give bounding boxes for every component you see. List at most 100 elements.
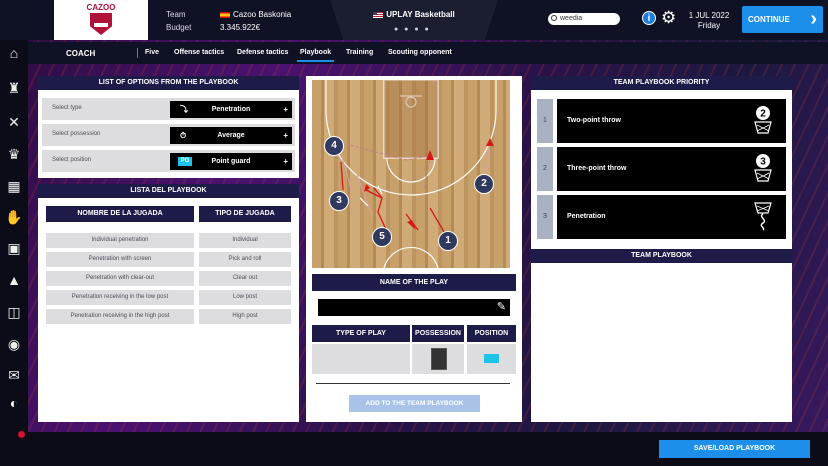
- tab-five[interactable]: Five: [145, 49, 159, 56]
- budget-label: Budget: [166, 23, 192, 32]
- table-cell[interactable]: High post: [199, 309, 291, 324]
- type-value: Penetration: [211, 106, 251, 113]
- table-header-type: TIPO DE JUGADA: [199, 206, 291, 222]
- league-dots: ● ● ● ●: [394, 26, 431, 33]
- player-1-marker[interactable]: 1: [438, 231, 458, 251]
- plus-icon: +: [283, 105, 288, 114]
- table-cell[interactable]: Pick and roll: [199, 252, 291, 267]
- select-possession-label: Select possession: [52, 131, 101, 137]
- team-name: Cazoo Baskonia: [220, 10, 291, 19]
- type-dropdown[interactable]: ⤵ Penetration +: [170, 101, 292, 118]
- tactics-icon[interactable]: ✕: [4, 112, 24, 132]
- possession-dropdown[interactable]: ⏱ Average +: [170, 127, 292, 144]
- position-cell: [467, 344, 516, 374]
- scoreboard-icon[interactable]: ▣: [4, 238, 24, 258]
- basket-number: 3: [760, 157, 766, 168]
- priority-label-text: Three-point throw: [567, 165, 627, 172]
- priority-number: 3: [537, 195, 553, 239]
- table-cell[interactable]: Low post: [199, 290, 291, 305]
- priority-label: Three-point throw 3: [557, 147, 786, 191]
- trophy-icon[interactable]: ♛: [4, 144, 24, 164]
- table-row[interactable]: Penetration receiving in the high post: [46, 309, 194, 324]
- add-to-playbook-button[interactable]: ADD TO THE TEAM PLAYBOOK: [349, 395, 480, 412]
- options-panel: LIST OF OPTIONS FROM THE PLAYBOOK Select…: [38, 76, 299, 178]
- stadium-icon[interactable]: ◫: [4, 302, 24, 322]
- app-root: CAZOO Team Cazoo Baskonia Budget 3.345.9…: [0, 0, 828, 466]
- basket-number: 2: [760, 109, 766, 120]
- budget-value: 3.345.922€: [220, 23, 261, 32]
- possession-header: POSSESSION: [412, 325, 464, 342]
- playbook-list-title: LISTA DEL PLAYBOOK: [38, 184, 299, 198]
- possession-cell: [412, 344, 464, 374]
- player-5-marker[interactable]: 5: [372, 227, 392, 247]
- save-load-playbook-button[interactable]: SAVE/LOAD PLAYBOOK: [659, 440, 810, 458]
- team-logo[interactable]: CAZOO: [54, 0, 148, 40]
- mail-icon[interactable]: ✉: [4, 365, 24, 385]
- options-panel-title: LIST OF OPTIONS FROM THE PLAYBOOK: [38, 76, 299, 90]
- continue-button[interactable]: CONTINUE ›: [742, 6, 823, 33]
- top-bar: CAZOO Team Cazoo Baskonia Budget 3.345.9…: [0, 0, 828, 40]
- table-row[interactable]: Penetration with clear-out: [46, 271, 194, 286]
- play-name-input[interactable]: ✎: [318, 299, 510, 316]
- priority-row-1[interactable]: 1 Two-point throw 2: [537, 99, 786, 143]
- priority-label-text: Penetration: [567, 213, 606, 220]
- type-of-play-header: TYPE OF PLAY: [312, 325, 410, 342]
- left-nav: ⌂ ♜ ✕ ♛ ▦ ✋ ▣ ▲ ◫ ◉ ✉ ◐: [0, 40, 28, 466]
- table-row[interactable]: Penetration with screen: [46, 252, 194, 267]
- select-position-label: Select position: [52, 157, 92, 163]
- league-banner[interactable]: UPLAY Basketball ● ● ● ●: [330, 0, 498, 40]
- priority-label-text: Two-point throw: [567, 117, 621, 124]
- gear-icon[interactable]: ⚙: [661, 9, 676, 26]
- table-cell[interactable]: Clear out: [199, 271, 291, 286]
- calendar-icon[interactable]: ▦: [4, 176, 24, 196]
- select-type-label: Select type: [52, 105, 82, 111]
- select-position-row: Select position PG Point guard +: [42, 150, 295, 172]
- sub-nav: COACH Five Offense tactics Defense tacti…: [28, 42, 828, 64]
- table-header-name: NOMBRE DE LA JUGADA: [46, 206, 194, 222]
- divider: [137, 48, 138, 58]
- league-name: UPLAY Basketball: [330, 10, 498, 19]
- priority-row-2[interactable]: 2 Three-point throw 3: [537, 147, 786, 191]
- player-3-marker[interactable]: 3: [329, 191, 349, 211]
- priority-number: 2: [537, 147, 553, 191]
- table-row[interactable]: Penetration receiving in the low post: [46, 290, 194, 305]
- tab-training[interactable]: Training: [346, 49, 373, 56]
- priority-label: Penetration: [557, 195, 786, 239]
- tab-offense-tactics[interactable]: Offense tactics: [174, 49, 224, 56]
- type-of-play-cell: [312, 344, 410, 374]
- tab-playbook[interactable]: Playbook: [296, 49, 335, 62]
- court-diagram: 4 2 3 5 1: [312, 80, 510, 268]
- chevron-right-icon: ›: [810, 8, 817, 30]
- three-point-basket-icon: 3: [754, 154, 772, 182]
- tab-defense-tactics[interactable]: Defense tactics: [237, 49, 288, 56]
- plus-icon: +: [283, 131, 288, 140]
- table-row[interactable]: Individual penetration: [46, 233, 194, 248]
- stats-icon[interactable]: ▲: [4, 270, 24, 290]
- priority-row-3[interactable]: 3 Penetration: [537, 195, 786, 239]
- drive-icon: ⤵: [180, 105, 188, 114]
- player-2-marker[interactable]: 2: [474, 174, 494, 194]
- position-dropdown[interactable]: PG Point guard +: [170, 153, 292, 170]
- home-icon[interactable]: ⌂: [4, 43, 24, 63]
- penetration-basket-icon: [754, 202, 772, 231]
- usa-flag-icon: [373, 11, 384, 18]
- search-input[interactable]: weedia: [548, 13, 620, 25]
- table-cell[interactable]: Individual: [199, 233, 291, 248]
- priority-label: Two-point throw 2: [557, 99, 786, 143]
- possession-value: Average: [217, 132, 245, 139]
- handshake-icon[interactable]: ✋: [4, 207, 24, 227]
- position-value: Point guard: [211, 158, 251, 165]
- player-4-marker[interactable]: 4: [324, 136, 344, 156]
- edit-icon: ✎: [496, 301, 506, 313]
- twitter-icon[interactable]: ◐: [4, 393, 24, 413]
- info-icon[interactable]: i: [642, 11, 656, 25]
- playbook-list-panel: LISTA DEL PLAYBOOK NOMBRE DE LA JUGADA T…: [38, 184, 299, 422]
- tab-scouting-opponent[interactable]: Scouting opponent: [388, 49, 452, 56]
- priority-panel: TEAM PLAYBOOK PRIORITY 1 Two-point throw…: [531, 76, 792, 422]
- team-name-text: Cazoo Baskonia: [233, 10, 292, 19]
- section-title: COACH: [66, 49, 96, 58]
- profile-icon[interactable]: ◉: [4, 334, 24, 354]
- position-header: POSITION: [467, 325, 516, 342]
- team-playbook-title: TEAM PLAYBOOK: [531, 249, 792, 263]
- jersey-icon[interactable]: ♜: [4, 78, 24, 98]
